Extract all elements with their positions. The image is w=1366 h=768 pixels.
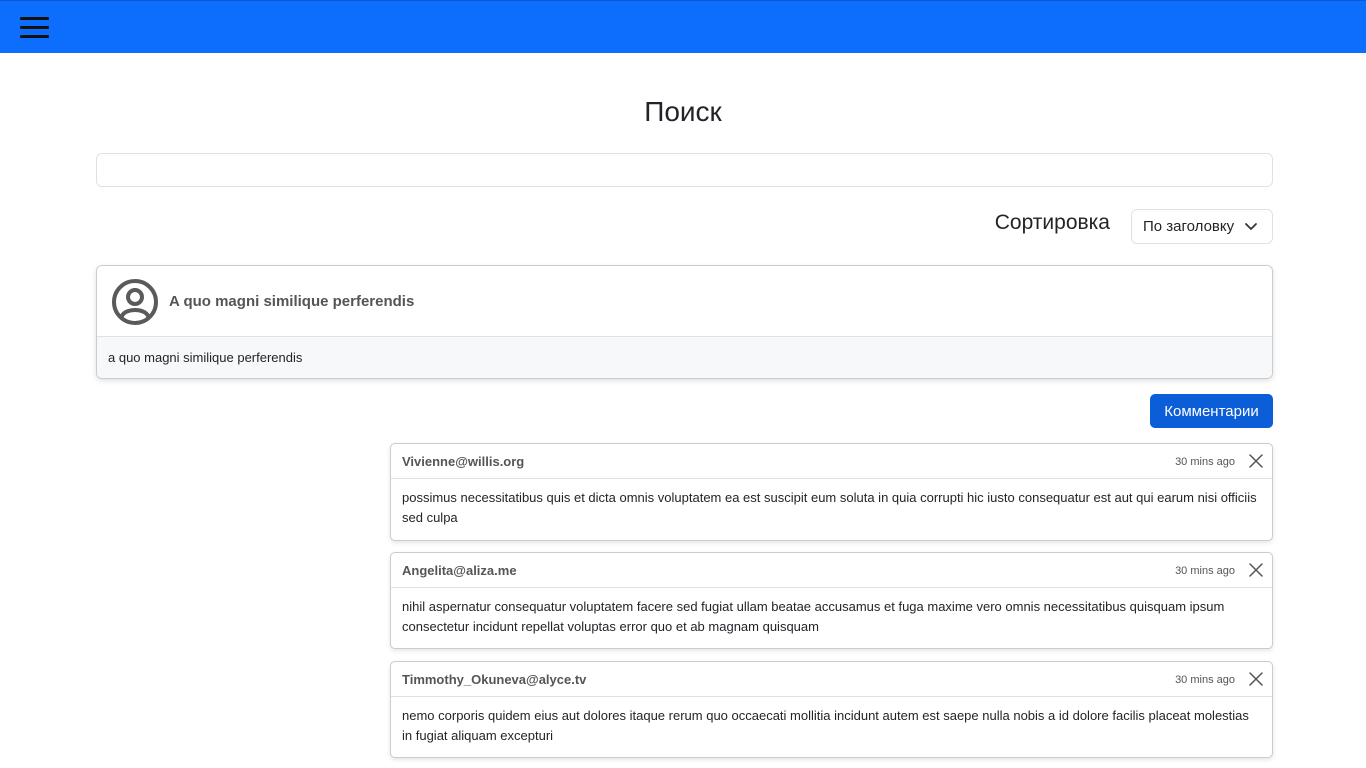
post-card: A quo magni similique perferendis a quo … xyxy=(96,265,1273,379)
comment-header: Angelita@aliza.me 30 mins ago xyxy=(391,553,1272,588)
close-icon[interactable] xyxy=(1249,672,1263,686)
sort-selected-value: По заголовку xyxy=(1143,218,1235,235)
close-icon[interactable] xyxy=(1249,563,1263,577)
comment-card: Angelita@aliza.me 30 mins ago nihil aspe… xyxy=(390,552,1273,649)
comment-body: possimus necessitatibus quis et dicta om… xyxy=(402,490,1257,525)
comment-time: 30 mins ago xyxy=(1175,674,1235,686)
chevron-down-icon xyxy=(1245,223,1257,230)
sort-label: Сортировка xyxy=(994,211,1110,234)
post-header: A quo magni similique perferendis xyxy=(97,266,1272,337)
comment-email: Angelita@aliza.me xyxy=(402,563,517,578)
comment-email: Timmothy_Okuneva@alyce.tv xyxy=(402,672,587,687)
navbar xyxy=(0,0,1366,53)
comments-button[interactable]: Комментарии xyxy=(1150,394,1273,428)
post-title: A quo magni similique perferendis xyxy=(169,293,415,310)
comment-email: Vivienne@willis.org xyxy=(402,454,525,469)
comment-header: Timmothy_Okuneva@alyce.tv 30 mins ago xyxy=(391,662,1272,697)
comment-time: 30 mins ago xyxy=(1175,456,1235,468)
comment-card: Vivienne@willis.org 30 mins ago possimus… xyxy=(390,443,1273,541)
post-body: a quo magni similique perferendis xyxy=(97,337,1272,378)
close-icon[interactable] xyxy=(1249,454,1263,468)
sort-select[interactable]: По заголовку xyxy=(1131,209,1273,244)
search-input[interactable] xyxy=(96,153,1273,187)
user-circle-icon xyxy=(112,279,158,325)
hamburger-menu-icon[interactable] xyxy=(20,15,49,41)
comment-body: nihil aspernatur consequatur voluptatem … xyxy=(402,599,1225,634)
comment-body: nemo corporis quidem eius aut dolores it… xyxy=(402,708,1249,743)
comment-time: 30 mins ago xyxy=(1175,565,1235,577)
comment-header: Vivienne@willis.org 30 mins ago xyxy=(391,444,1272,479)
page-title: Поиск xyxy=(644,96,722,127)
comment-card: Timmothy_Okuneva@alyce.tv 30 mins ago ne… xyxy=(390,661,1273,758)
